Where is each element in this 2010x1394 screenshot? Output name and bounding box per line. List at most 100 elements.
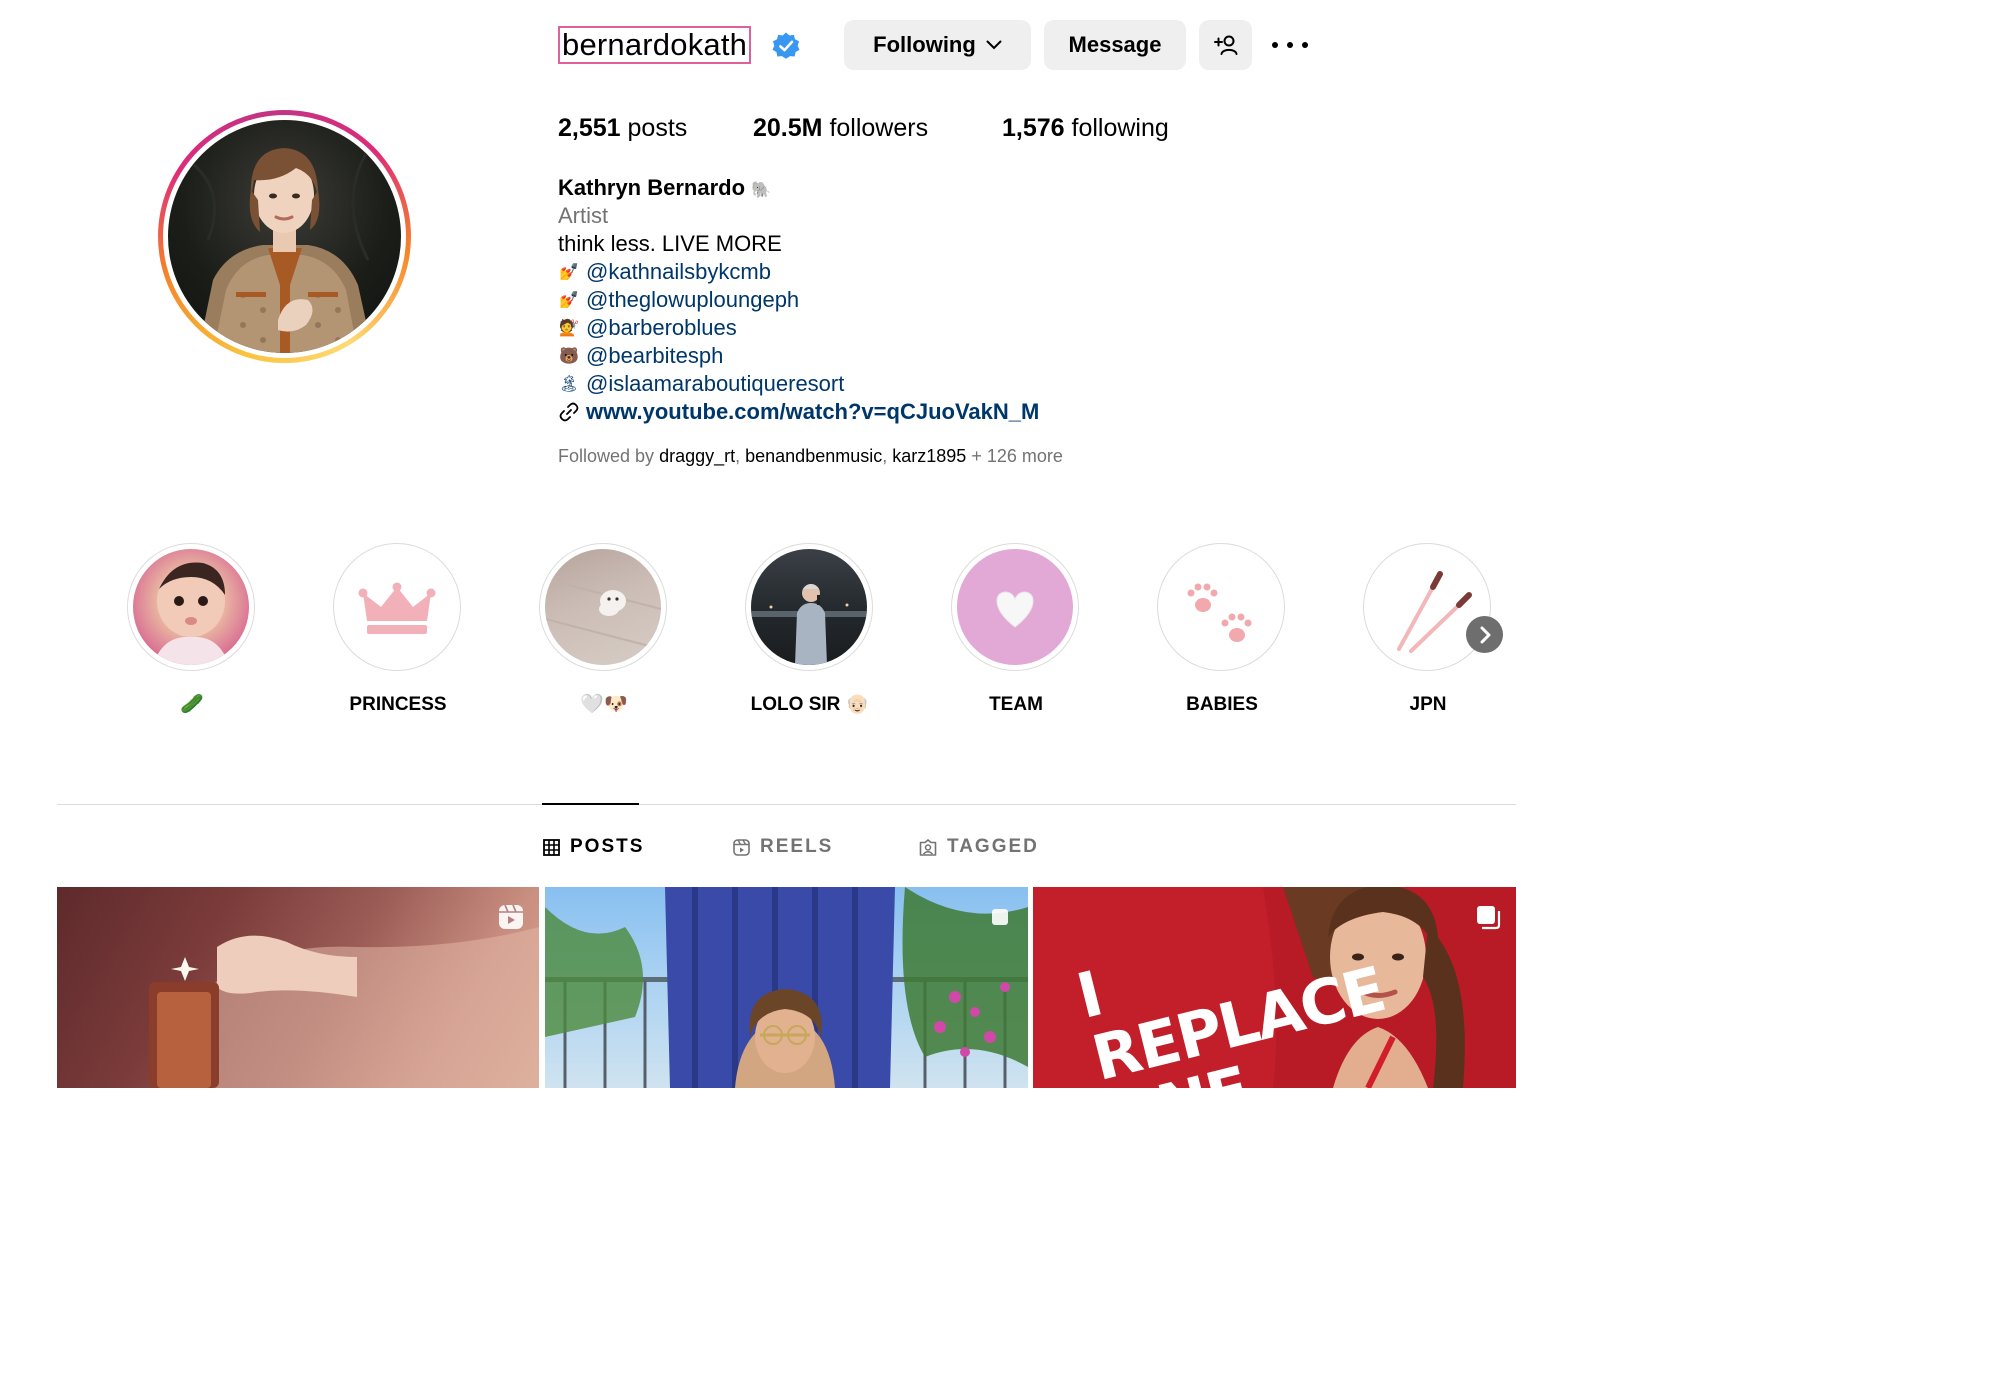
tabs-divider <box>57 804 1516 805</box>
story-highlight[interactable]: LOLO SIR 👴🏻 <box>745 543 875 715</box>
bio-mention-handle[interactable]: @bearbitesph <box>586 343 723 369</box>
dot-icon <box>1302 42 1308 48</box>
highlight-cover <box>951 543 1079 671</box>
nail-polish-emoji: 💅 <box>559 264 579 281</box>
following-count: 1,576 <box>1002 114 1065 142</box>
link-icon <box>558 401 580 423</box>
barber-emoji: 💇 <box>559 320 579 337</box>
followed-by-more: + 126 more <box>971 446 1063 466</box>
singer-photo <box>751 549 867 665</box>
external-url[interactable]: www.youtube.com/watch?v=qCJuoVakN_M <box>586 399 1039 425</box>
profile-avatar[interactable] <box>158 110 411 363</box>
highlight-label: BABIES <box>1186 694 1258 715</box>
bear-emoji: 🐻 <box>559 348 579 365</box>
reel-badge-icon <box>499 904 523 929</box>
highlight-label: 🥒 <box>180 694 204 715</box>
tagged-icon <box>919 838 937 856</box>
highlight-label: JPN <box>1409 694 1447 715</box>
followed-by-prefix: Followed by <box>558 446 655 466</box>
highlight-label: PRINCESS <box>349 694 447 715</box>
carousel-badge-icon <box>1477 906 1501 930</box>
posts-label: posts <box>627 114 688 142</box>
bio-mention[interactable]: 💅 @kathnailsbykcmb <box>558 258 1039 286</box>
highlight-label: LOLO SIR 👴🏻 <box>750 694 870 715</box>
dot-icon <box>1272 42 1278 48</box>
more-options-button[interactable] <box>1272 38 1308 52</box>
highlights-next-button[interactable] <box>1466 616 1503 653</box>
story-highlight[interactable]: PRINCESS <box>333 543 463 715</box>
highlight-cover <box>1157 543 1285 671</box>
avatar-portrait-image <box>187 148 373 353</box>
tab-tagged[interactable]: TAGGED <box>919 834 1039 860</box>
bio-mention-handle[interactable]: @theglowuploungeph <box>586 287 799 313</box>
full-name-text: Kathryn Bernardo <box>558 175 746 200</box>
bio-mention[interactable]: 🏝 @islaamaraboutiqueresort <box>558 370 1039 398</box>
bio-mention-handle[interactable]: @islaamaraboutiqueresort <box>586 371 844 397</box>
dot-icon <box>1287 42 1293 48</box>
mutual-follower[interactable]: benandbenmusic <box>745 446 882 466</box>
puppy-photo <box>545 549 661 665</box>
story-highlight[interactable]: TEAM <box>951 543 1081 715</box>
post-thumbnail[interactable] <box>545 887 1028 1088</box>
followers-label: followers <box>829 114 929 142</box>
reels-icon <box>733 838 750 856</box>
highlight-cover <box>127 543 255 671</box>
profile-full-name: Kathryn Bernardo 🐘 <box>558 174 771 205</box>
profile-username: bernardokath <box>558 26 752 64</box>
tab-posts[interactable]: POSTS <box>543 834 644 860</box>
grid-icon <box>543 838 560 856</box>
paw-prints-icon <box>1163 549 1279 665</box>
active-tab-indicator <box>542 803 639 805</box>
story-highlight[interactable]: 🥒 <box>127 543 257 715</box>
bio-text: think less. LIVE MORE <box>558 231 782 256</box>
garden-portrait-photo <box>545 887 1028 1088</box>
elephant-emoji: 🐘 <box>751 182 772 199</box>
perfume-photo <box>149 927 539 1088</box>
tab-reels[interactable]: REELS <box>733 834 833 860</box>
avatar-photo <box>168 120 401 353</box>
bio-mention[interactable]: 💅 @theglowuploungeph <box>558 286 1039 314</box>
followed-by[interactable]: Followed by draggy_rt, benandbenmusic, k… <box>558 444 1063 468</box>
story-highlight[interactable]: JPN <box>1363 543 1493 715</box>
highlight-cover <box>745 543 873 671</box>
story-highlight[interactable]: 🤍🐶 <box>539 543 669 715</box>
post-type-badge-icon <box>992 909 1008 925</box>
add-user-icon <box>1213 35 1237 55</box>
post-thumbnail[interactable] <box>57 887 539 1088</box>
followers-count: 20.5M <box>753 114 823 142</box>
chopsticks-icon <box>1369 549 1485 665</box>
following-label: following <box>1071 114 1169 142</box>
mutual-follower[interactable]: karz1895 <box>892 446 966 466</box>
highlight-cover <box>333 543 461 671</box>
verified-badge-icon <box>772 32 800 59</box>
bio-external-link[interactable]: www.youtube.com/watch?v=qCJuoVakN_M <box>558 398 1039 426</box>
highlight-cover <box>1363 543 1491 671</box>
bio-mention-handle[interactable]: @barberoblues <box>586 315 737 341</box>
following-stat-link[interactable]: 1,576 following <box>1002 112 1169 144</box>
profile-category: Artist <box>558 203 609 228</box>
story-highlight[interactable]: BABIES <box>1157 543 1287 715</box>
chevron-right-icon <box>1480 626 1490 643</box>
posts-count: 2,551 <box>558 114 621 142</box>
tab-label: TAGGED <box>947 836 1039 857</box>
posts-count-stat: 2,551 posts <box>558 112 687 144</box>
highlight-label: TEAM <box>989 694 1043 715</box>
bio-mention-handle[interactable]: @kathnailsbykcmb <box>586 259 771 285</box>
following-button-label: Following <box>873 32 976 57</box>
suggested-users-button[interactable] <box>1199 20 1252 70</box>
bio-mention[interactable]: 🐻 @bearbitesph <box>558 342 1039 370</box>
baby-photo <box>133 549 249 665</box>
followers-stat-link[interactable]: 20.5M followers <box>753 112 928 144</box>
message-button-label: Message <box>1068 32 1162 57</box>
bio-mention[interactable]: 💇 @barberoblues <box>558 314 1039 342</box>
highlight-label: 🤍🐶 <box>580 694 628 715</box>
tab-label: REELS <box>760 836 834 857</box>
mutual-follower[interactable]: draggy_rt <box>659 446 735 466</box>
message-button[interactable]: Message <box>1044 20 1186 70</box>
crown-icon <box>339 549 455 665</box>
post-thumbnail[interactable]: I REPLACE ONE <box>1033 887 1516 1088</box>
following-button[interactable]: Following <box>844 20 1031 70</box>
chevron-down-icon <box>986 40 1002 50</box>
island-emoji: 🏝 <box>558 376 580 393</box>
highlight-cover <box>539 543 667 671</box>
